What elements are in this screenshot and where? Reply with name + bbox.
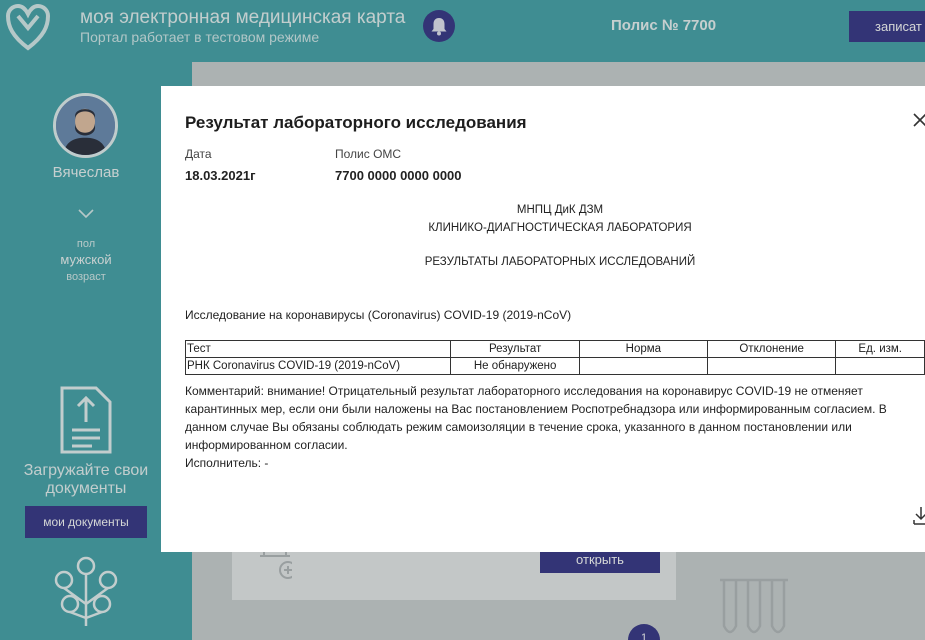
table-cell xyxy=(706,357,837,375)
polis-label: Полис ОМС xyxy=(335,147,402,161)
executor-text: Исполнитель: - xyxy=(185,456,269,470)
table-cell: РНК Coronavirus COVID-19 (2019-nCoV) xyxy=(184,357,452,375)
polis-value: 7700 0000 0000 0000 xyxy=(335,168,462,183)
lab-name: КЛИНИКО-ДИАГНОСТИЧЕСКАЯ ЛАБОРАТОРИЯ xyxy=(428,222,692,234)
table-cell: Не обнаружено xyxy=(450,357,580,375)
table-cell xyxy=(578,357,708,375)
column-header: Отклонение xyxy=(706,340,837,358)
study-title: Исследование на коронавирусы (Coronaviru… xyxy=(185,308,572,322)
lab-result-modal: Результат лабораторного исследования Дат… xyxy=(161,86,925,552)
org-name: МНПЦ ДиК ДЗМ xyxy=(516,204,604,216)
results-heading: РЕЗУЛЬТАТЫ ЛАБОРАТОРНЫХ ИССЛЕДОВАНИЙ xyxy=(424,256,696,268)
modal-title: Результат лабораторного исследования xyxy=(185,113,527,132)
column-header: Ед. изм. xyxy=(835,340,925,358)
column-header: Норма xyxy=(578,340,708,358)
table-cell xyxy=(835,357,925,375)
table-header-row: Тест Результат Норма Отклонение Ед. изм. xyxy=(184,340,925,358)
results-table: Тест Результат Норма Отклонение Ед. изм.… xyxy=(184,340,925,375)
column-header: Тест xyxy=(184,340,452,358)
date-value: 18.03.2021г xyxy=(185,168,256,183)
table-row: РНК Coronavirus COVID-19 (2019-nCoV) Не … xyxy=(184,357,925,375)
column-header: Результат xyxy=(450,340,580,358)
date-label: Дата xyxy=(185,147,212,161)
download-icon[interactable] xyxy=(913,506,925,526)
comment-text: Комментарий: внимание! Отрицательный рез… xyxy=(185,384,887,452)
close-icon[interactable] xyxy=(913,112,925,128)
